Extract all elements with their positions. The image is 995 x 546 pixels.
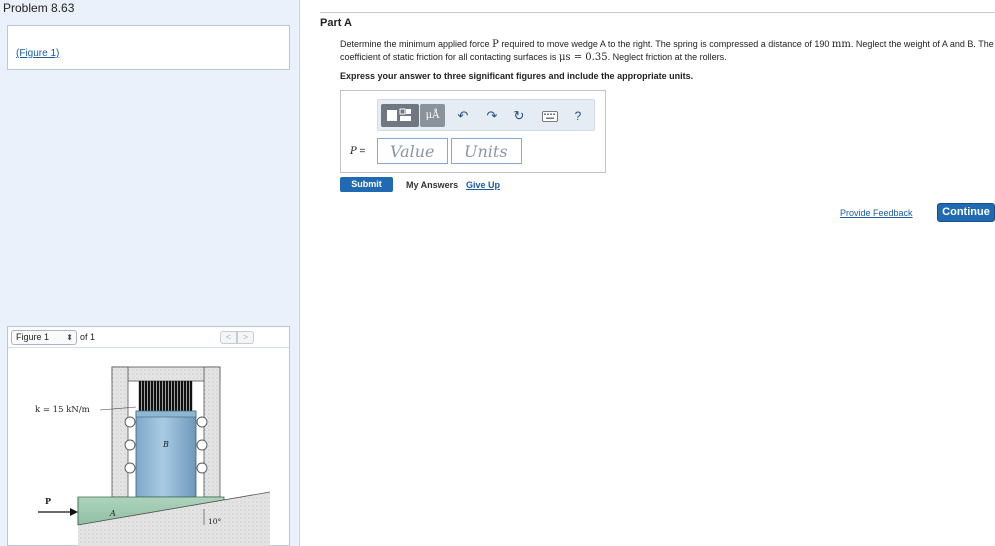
part-title: Part A [320, 17, 352, 29]
spring [138, 381, 193, 411]
previous-figure-button[interactable]: < [220, 331, 237, 344]
force-p-label: P [45, 496, 51, 506]
answer-box: μÅ ↶ ↷ ↻ ? P = [340, 90, 606, 173]
templates-icon [387, 108, 411, 121]
continue-button[interactable]: Continue [937, 203, 995, 222]
figure-select-value: Figure 1 [16, 332, 50, 342]
block-b [135, 410, 197, 498]
provide-feedback-link[interactable]: Provide Feedback [840, 208, 913, 218]
part-divider [320, 12, 995, 13]
units-button[interactable]: μÅ [420, 104, 445, 127]
figure-count: of 1 [80, 332, 96, 342]
chevron-updown-icon: ⬍ [66, 333, 73, 342]
figure-toolbar: Figure 1 ⬍ of 1 < > [8, 327, 289, 348]
keyboard-shape [542, 110, 558, 122]
problem-text-1: Determine the minimum applied force [340, 39, 493, 49]
help-icon[interactable]: ? [569, 107, 587, 125]
figure-diagram: k = 15 kN/m B A P 10° [35, 366, 271, 546]
submit-button[interactable]: Submit [340, 177, 393, 192]
unit-symbol: mm [831, 39, 851, 50]
undo-icon[interactable]: ↶ [454, 107, 472, 125]
equals-sign: = [359, 146, 366, 157]
give-up-link[interactable]: Give Up [466, 180, 500, 190]
math-toolbar: μÅ ↶ ↷ ↻ ? [377, 99, 595, 131]
redo-icon[interactable]: ↷ [483, 107, 501, 125]
my-answers-label: My Answers [406, 180, 459, 190]
instructions: Express your answer to three significant… [340, 71, 694, 81]
units-input[interactable] [451, 138, 522, 164]
answer-variable-label: P = [350, 146, 365, 157]
problem-text-2: required to move wedge A to the right. T… [498, 39, 832, 49]
wedge-a-label: A [109, 509, 116, 518]
problem-text-4: . Neglect friction at the rollers. [607, 52, 727, 62]
reset-icon[interactable]: ↻ [510, 107, 528, 125]
figure-panel: Figure 1 ⬍ of 1 < > k = 15 kN/m B A P 10… [7, 326, 290, 546]
arrow-head-icon [70, 508, 78, 516]
angle-label: 10° [208, 517, 222, 526]
keyboard-icon[interactable] [541, 107, 559, 125]
left-panel: Problem 8.63 (Figure 1) Figure 1 ⬍ of 1 … [0, 0, 300, 546]
figure-link-box: (Figure 1) [7, 25, 290, 70]
problem-title: Problem 8.63 [3, 1, 75, 15]
figure-link[interactable]: (Figure 1) [16, 48, 59, 59]
value-input[interactable] [377, 138, 448, 164]
block-b-label: B [162, 440, 169, 449]
force-symbol: P [492, 39, 499, 50]
problem-statement: Determine the minimum applied force P re… [340, 38, 995, 64]
templates-button[interactable] [381, 104, 419, 127]
next-figure-button[interactable]: > [237, 331, 254, 344]
figure-select[interactable]: Figure 1 ⬍ [11, 330, 77, 345]
answer-variable: P [350, 146, 357, 157]
spring-label: k = 15 kN/m [35, 405, 90, 415]
friction-coefficient: μs = 0.35 [558, 52, 608, 63]
